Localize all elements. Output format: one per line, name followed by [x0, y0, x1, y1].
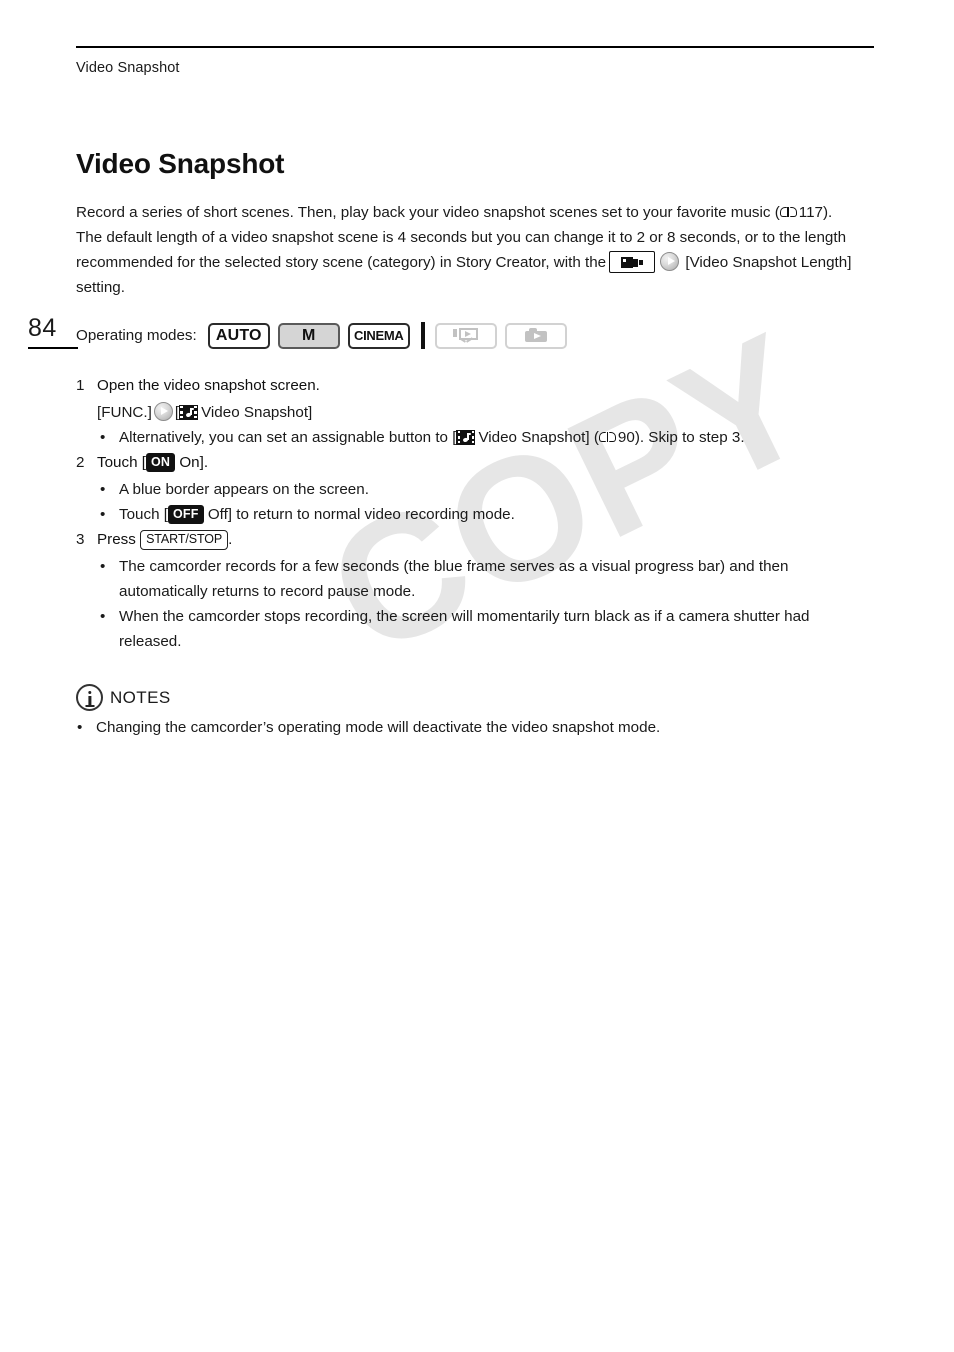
procedure-steps: 1 Open the video snapshot screen. [FUNC.… — [76, 373, 874, 654]
notes-block: NOTES • Changing the camcorder’s operati… — [76, 684, 874, 740]
mode-badge-cinema[interactable]: CINEMA — [347, 322, 410, 349]
bullet-marker: • — [100, 506, 106, 523]
operating-modes-row: Operating modes: AUTO M CINEMA — [76, 322, 874, 349]
mode-badge-manual[interactable]: M — [277, 322, 340, 349]
bullet-text-part-3: ). Skip to step 3. — [634, 429, 745, 446]
mode-separator — [420, 322, 425, 349]
step-1-menu-item: Video Snapshot] — [201, 404, 313, 421]
book-reference-icon — [598, 431, 616, 444]
book-reference-icon — [779, 206, 797, 219]
step-3-bullet-2-text: When the camcorder stops recording, the … — [119, 608, 810, 650]
step-1-menu-path: [FUNC.][Video Snapshot] — [97, 400, 874, 425]
step-1-menu-func: [FUNC.] — [97, 404, 152, 421]
step-3-bullet-1: • The camcorder records for a few second… — [97, 554, 874, 604]
video-snapshot-icon — [179, 405, 199, 420]
step-3-bullet-2: • When the camcorder stops recording, th… — [97, 604, 874, 654]
camera-setup-menu-tab-icon — [609, 251, 656, 273]
notes-list: • Changing the camcorder’s operating mod… — [76, 715, 874, 740]
intro-reference-1: 117 — [798, 204, 823, 221]
start-stop-key[interactable]: START/STOP — [140, 529, 229, 550]
header-rule — [76, 46, 874, 48]
page-title: Video Snapshot — [76, 148, 285, 179]
step-1-bullet-1-text: Alternatively, you can set an assignable… — [119, 425, 874, 450]
off-badge[interactable]: OFF — [167, 505, 204, 524]
bullet-text-part-1: Alternatively, you can set an assignable… — [119, 429, 457, 446]
photo-playback-icon — [523, 327, 549, 344]
step-3-number: 3 — [76, 531, 85, 548]
info-icon — [76, 684, 103, 711]
mode-badge-photo-playback — [504, 322, 567, 349]
step-3-title-prefix: Press — [97, 531, 136, 548]
bullet-marker: • — [77, 719, 83, 736]
step-3-title-suffix: . — [228, 531, 233, 548]
chevron-right-circle-icon — [660, 252, 680, 271]
operating-modes-label: Operating modes: — [76, 327, 197, 344]
notes-label: NOTES — [110, 687, 171, 707]
step-3-title: Press START/STOP. — [97, 527, 874, 552]
step-1-number: 1 — [76, 377, 85, 394]
chevron-right-circle-icon — [153, 402, 173, 421]
running-head: Video Snapshot — [76, 60, 180, 76]
intro-text-1: Record a series of short scenes. Then, p… — [76, 204, 780, 221]
note-item: • Changing the camcorder’s operating mod… — [76, 715, 874, 740]
bullet-text-part-2: Off] to return to normal video recording… — [207, 506, 515, 523]
intro-paragraph-1: Record a series of short scenes. Then, p… — [76, 200, 874, 225]
step-2-bullet-2-text: Touch [OFF Off] to return to normal vide… — [119, 502, 874, 527]
bullet-marker: • — [100, 481, 106, 498]
bullet-marker: • — [100, 429, 106, 446]
intro-paragraph-2: The default length of a video snapshot s… — [76, 225, 874, 300]
bullet-text-part-1: Touch [ — [119, 506, 168, 523]
step-1-bullet-1: • Alternatively, you can set an assignab… — [97, 425, 874, 450]
step-3-bullet-1-text: The camcorder records for a few seconds … — [119, 558, 789, 600]
document-page: COPY Video Snapshot 84 Video Snapshot Re… — [0, 0, 954, 1352]
movie-playback-icon — [452, 327, 479, 344]
video-snapshot-icon — [456, 430, 476, 445]
bullet-reference: 90 — [617, 429, 635, 446]
page-number-rule — [28, 347, 78, 349]
step-2-title-prefix: Touch [ — [97, 454, 146, 471]
step-3: 3 Press START/STOP. — [76, 527, 874, 552]
mode-badge-movie-playback — [434, 322, 497, 349]
step-2-bullet-1: • A blue border appears on the screen. — [97, 477, 874, 502]
intro-text-1-end: ). — [822, 204, 833, 221]
step-2-bullet-2: • Touch [OFF Off] to return to normal vi… — [97, 502, 874, 527]
mode-badge-auto[interactable]: AUTO — [207, 322, 270, 349]
bullet-text-part-2: Video Snapshot] ( — [478, 429, 599, 446]
bullet-marker: • — [100, 558, 106, 575]
step-2-title: Touch [ON On]. — [97, 450, 874, 475]
step-2-bullet-1-text: A blue border appears on the screen. — [119, 481, 369, 498]
step-2-number: 2 — [76, 454, 85, 471]
step-2-title-suffix: On]. — [179, 454, 209, 471]
content-column: Video Snapshot Record a series of short … — [76, 148, 874, 740]
step-1: 1 Open the video snapshot screen. — [76, 373, 874, 398]
step-2: 2 Touch [ON On]. — [76, 450, 874, 475]
bullet-marker: • — [100, 608, 106, 625]
note-item-text: Changing the camcorder’s operating mode … — [96, 719, 661, 736]
step-1-title: Open the video snapshot screen. — [97, 377, 320, 394]
notes-header: NOTES — [76, 684, 874, 711]
on-badge[interactable]: ON — [145, 453, 176, 472]
